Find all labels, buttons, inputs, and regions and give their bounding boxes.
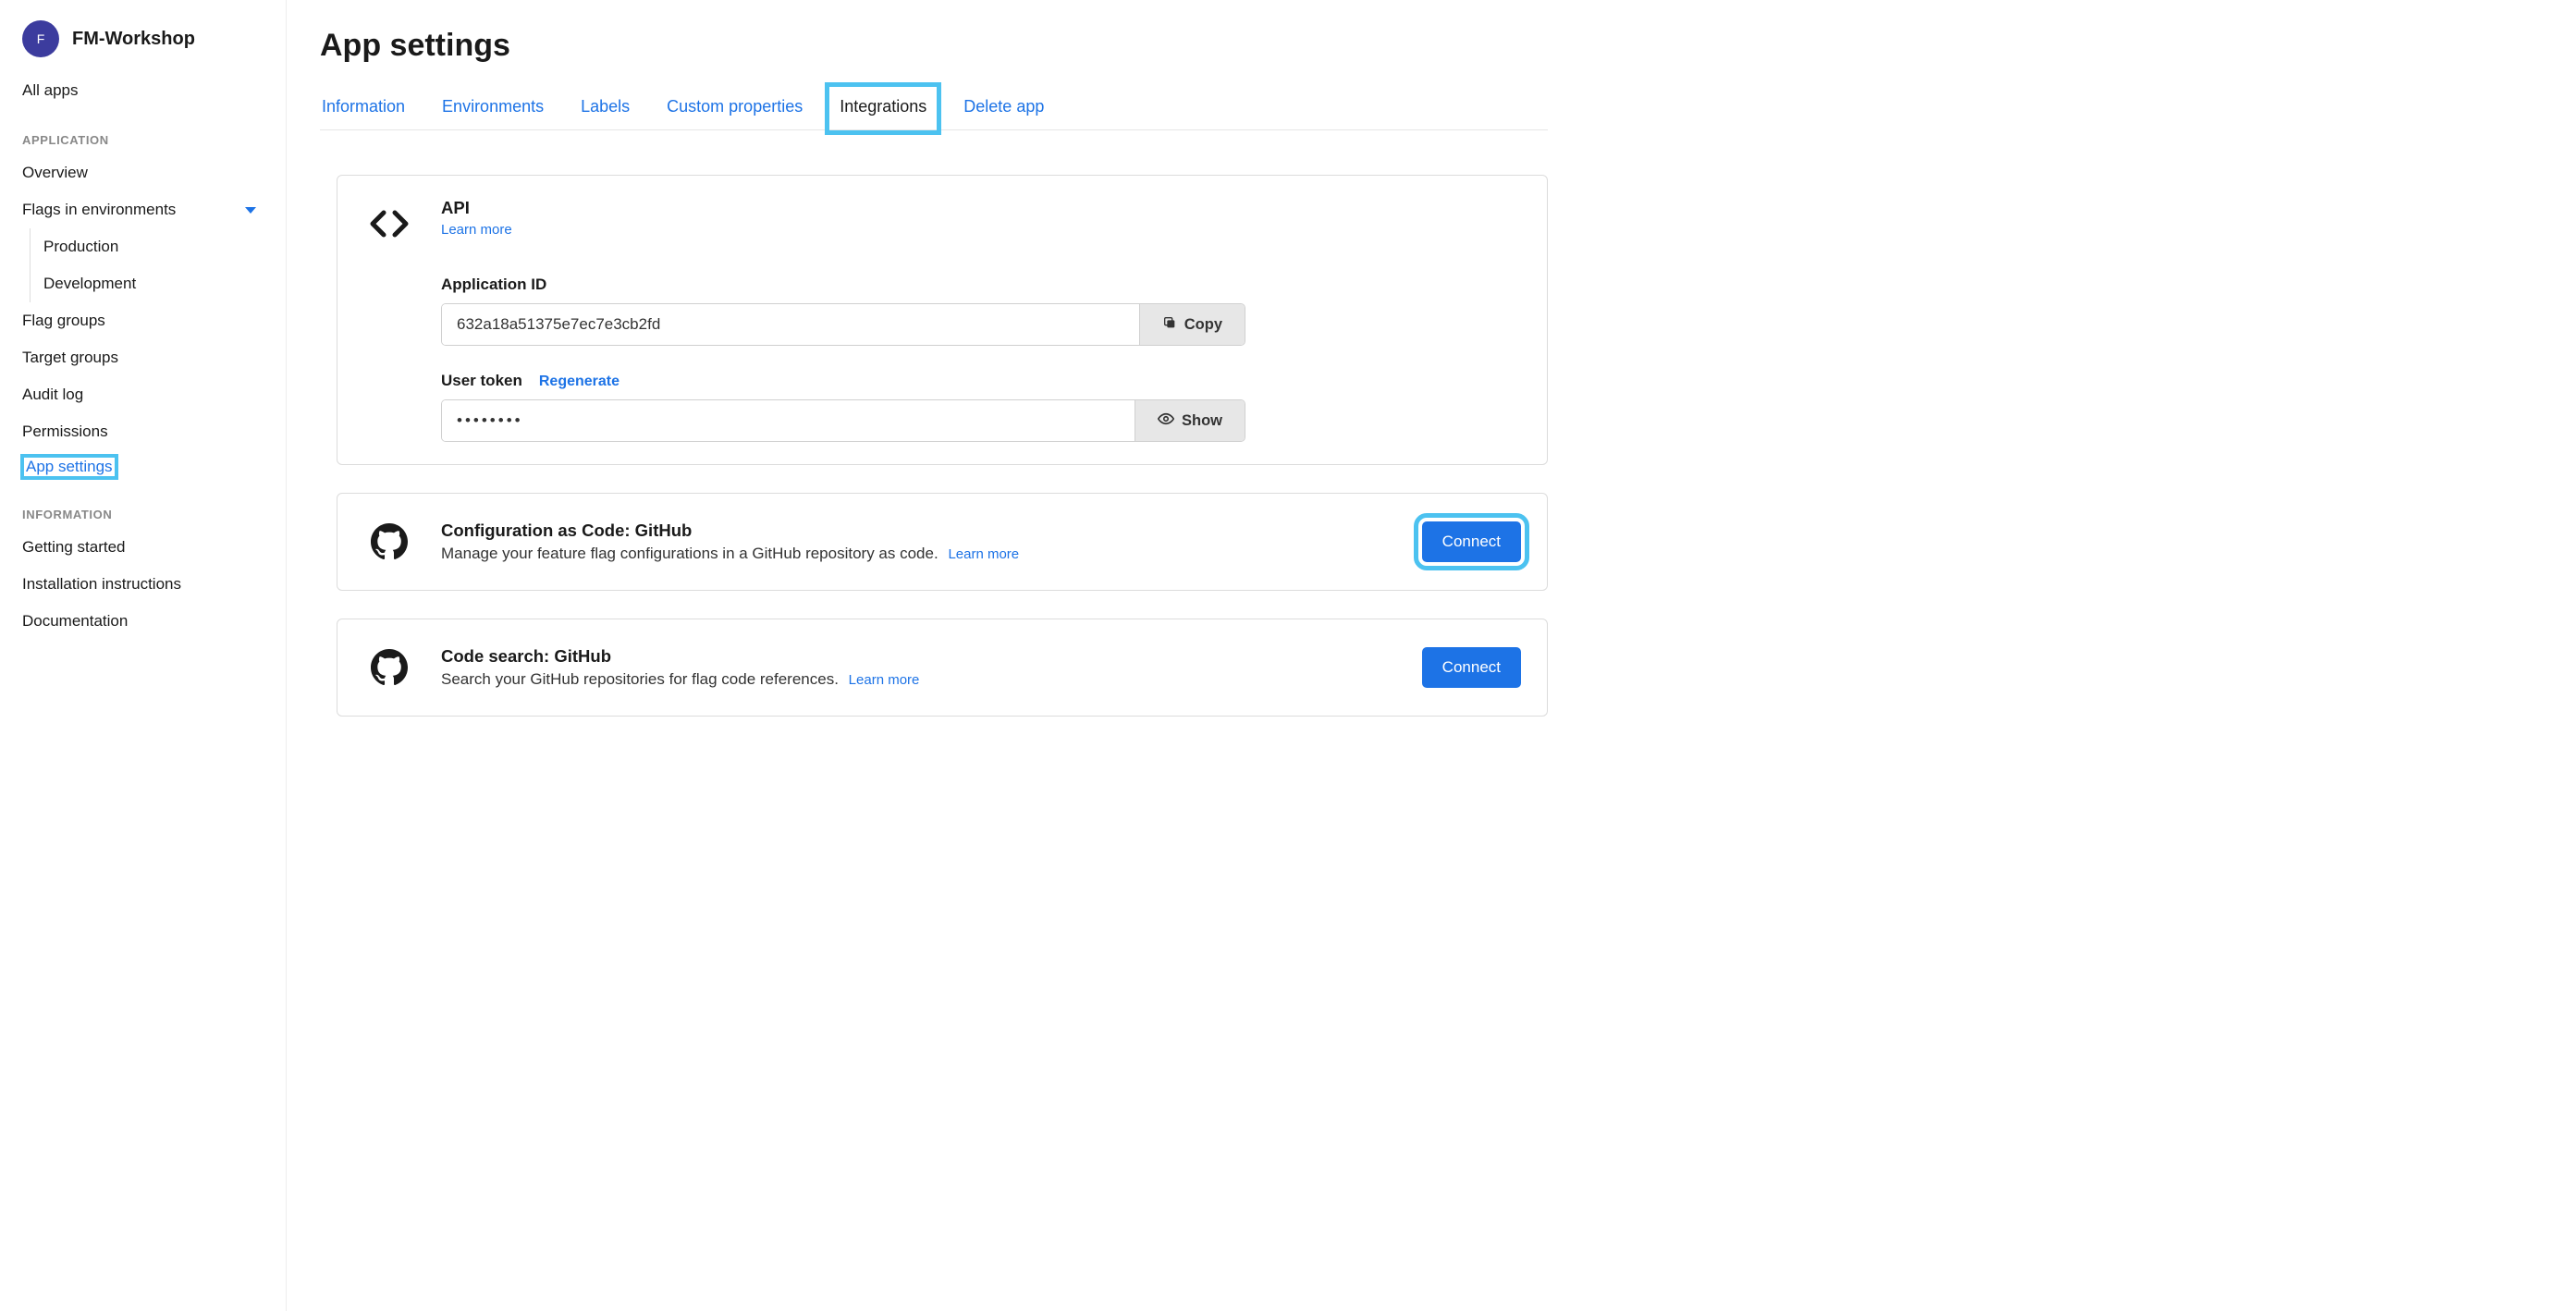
sidebar: F FM-Workshop All apps APPLICATION Overv… [0,0,287,1311]
github-config-desc-text: Manage your feature flag configurations … [441,545,938,562]
github-icon [363,516,415,568]
api-card-title: API [441,198,512,218]
sidebar-item-all-apps[interactable]: All apps [0,72,286,109]
tab-delete-app[interactable]: Delete app [962,88,1046,129]
tab-labels[interactable]: Labels [579,88,632,129]
sidebar-item-installation[interactable]: Installation instructions [0,566,286,603]
github-search-desc-text: Search your GitHub repositories for flag… [441,670,839,688]
user-token-input[interactable] [442,400,1135,441]
copy-icon [1162,315,1177,335]
sidebar-item-permissions[interactable]: Permissions [0,413,286,450]
sidebar-item-label: App settings [22,456,117,478]
application-id-field: Copy [441,303,1245,346]
section-label-application: APPLICATION [0,109,286,154]
show-button-label: Show [1182,412,1222,430]
github-icon [363,642,415,693]
github-config-connect-button[interactable]: Connect [1422,521,1521,562]
github-config-title: Configuration as Code: GitHub [441,521,1019,541]
sidebar-item-flags-in-environments[interactable]: Flags in environments [0,191,286,228]
regenerate-link[interactable]: Regenerate [539,374,619,390]
github-config-desc: Manage your feature flag configurations … [441,545,1019,563]
github-config-learn-more-link[interactable]: Learn more [948,546,1019,562]
tab-integrations[interactable]: Integrations [838,88,928,129]
application-id-input[interactable] [442,304,1139,345]
user-token-label: User token [441,372,522,390]
sidebar-item-target-groups[interactable]: Target groups [0,339,286,376]
github-search-connect-button[interactable]: Connect [1422,647,1521,688]
section-label-information: INFORMATION [0,484,286,529]
github-search-learn-more-link[interactable]: Learn more [849,672,920,688]
api-card: API Learn more Application ID Copy User [337,175,1548,465]
sidebar-item-flag-groups[interactable]: Flag groups [0,302,286,339]
main-content: App settings Information Environments La… [287,0,1581,1311]
tab-custom-properties[interactable]: Custom properties [665,88,804,129]
sidebar-item-getting-started[interactable]: Getting started [0,529,286,566]
sidebar-item-label: Flags in environments [22,201,176,219]
show-button[interactable]: Show [1135,400,1245,441]
tab-information[interactable]: Information [320,88,407,129]
api-learn-more-link[interactable]: Learn more [441,222,512,238]
user-token-field: Show [441,399,1245,442]
copy-button-label: Copy [1184,316,1222,334]
sidebar-item-audit-log[interactable]: Audit log [0,376,286,413]
workspace-header[interactable]: F FM-Workshop [0,20,286,72]
sidebar-item-env-production[interactable]: Production [31,228,286,265]
application-id-label: Application ID [441,276,546,294]
page-title: App settings [320,28,1548,64]
chevron-down-icon [245,207,256,214]
avatar-letter: F [37,31,45,46]
sidebar-item-app-settings[interactable]: App settings [0,450,286,484]
github-search-desc: Search your GitHub repositories for flag… [441,670,919,689]
sidebar-item-overview[interactable]: Overview [0,154,286,191]
sidebar-item-documentation[interactable]: Documentation [0,603,286,640]
tabs: Information Environments Labels Custom p… [320,88,1548,130]
eye-icon [1158,410,1174,432]
workspace-name: FM-Workshop [72,29,195,50]
copy-button[interactable]: Copy [1139,304,1245,345]
sidebar-item-env-development[interactable]: Development [31,265,286,302]
avatar: F [22,20,59,57]
tab-environments[interactable]: Environments [440,88,546,129]
code-icon [363,198,415,250]
environments-sublist: Production Development [30,228,286,302]
github-config-card: Configuration as Code: GitHub Manage you… [337,493,1548,591]
github-search-card: Code search: GitHub Search your GitHub r… [337,619,1548,717]
github-search-title: Code search: GitHub [441,646,919,667]
